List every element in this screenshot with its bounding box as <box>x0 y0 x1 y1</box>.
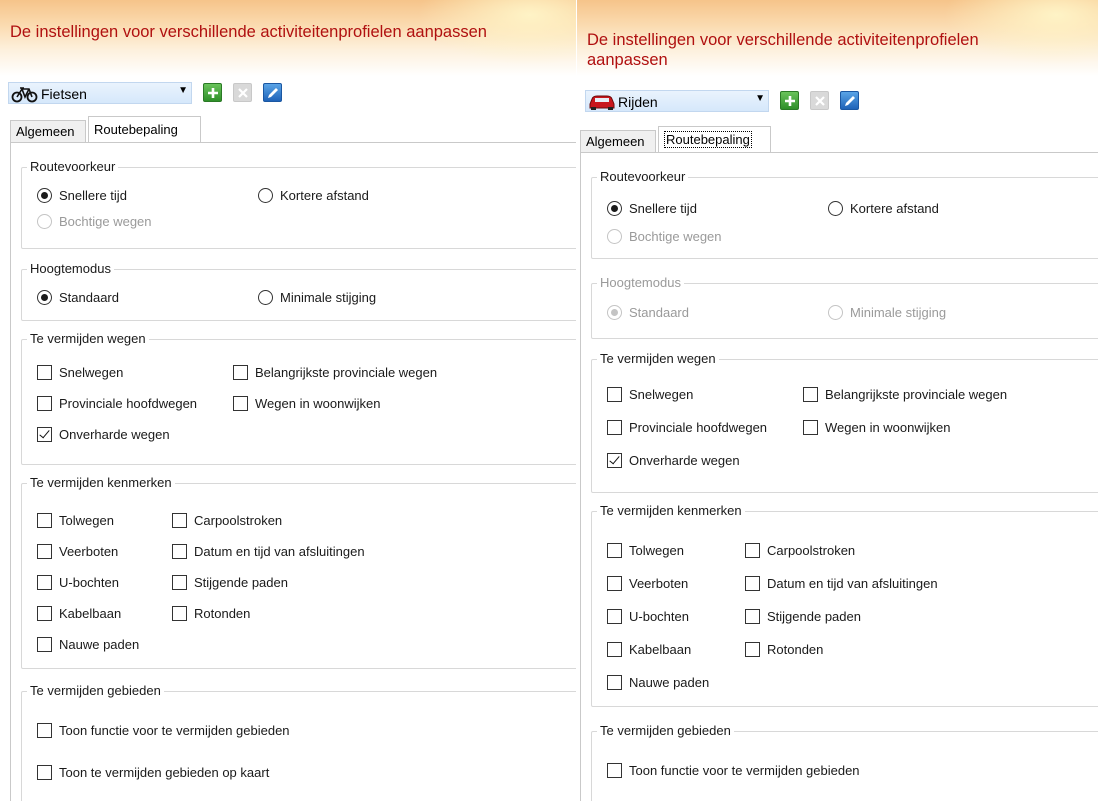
pencil-icon <box>845 96 855 106</box>
car-icon <box>588 93 616 114</box>
gebieden-legend: Te vermijden gebieden <box>27 683 164 698</box>
delete-icon <box>238 88 248 98</box>
plus-icon <box>785 96 795 106</box>
kenmerken-legend: Te vermijden kenmerken <box>597 503 745 518</box>
wegen-legend: Te vermijden wegen <box>597 351 719 366</box>
dropdown-arrow-icon: ▼ <box>178 85 188 96</box>
plus-icon <box>208 88 218 98</box>
bicycle-icon <box>11 85 39 106</box>
hoogtemodus-group: Hoogtemodus Standaard Minimale stijging <box>21 261 576 321</box>
tab-algemeen[interactable]: Algemeen <box>580 130 656 152</box>
te-vermijden-kenmerken-group: Te vermijden kenmerken Tolwegen Carpools… <box>21 475 576 669</box>
left-settings-panel: De instellingen voor verschillende activ… <box>0 0 576 801</box>
hoogtemodus-legend: Hoogtemodus <box>27 261 114 276</box>
kenmerken-legend: Te vermijden kenmerken <box>27 475 175 490</box>
edit-profile-button[interactable] <box>263 83 282 102</box>
profile-select[interactable]: Rijden ▼ <box>585 90 769 112</box>
dropdown-arrow-icon: ▼ <box>755 93 765 104</box>
tab-algemeen[interactable]: Algemeen <box>10 120 86 142</box>
profile-select-value: Fietsen <box>41 86 87 102</box>
profile-select[interactable]: Fietsen ▼ <box>8 82 192 104</box>
pencil-icon <box>268 88 278 98</box>
right-settings-panel: De instellingen voor verschillende activ… <box>577 0 1098 801</box>
delete-profile-button[interactable] <box>810 91 829 110</box>
tab-strip: Algemeen Routebepaling <box>10 116 570 143</box>
delete-profile-button[interactable] <box>233 83 252 102</box>
te-vermijden-kenmerken-group: Te vermijden kenmerken Tolwegen Carpools… <box>591 503 1098 707</box>
te-vermijden-wegen-group: Te vermijden wegen Snelwegen Belangrijks… <box>591 351 1098 493</box>
delete-icon <box>815 96 825 106</box>
routevoorkeur-group: Routevoorkeur Snellere tijd Kortere afst… <box>591 169 1098 259</box>
profile-select-value: Rijden <box>618 94 658 110</box>
tab-strip: Algemeen Routebepaling <box>580 126 1098 153</box>
tab-routebepaling[interactable]: Routebepaling <box>88 116 201 143</box>
routevoorkeur-legend: Routevoorkeur <box>597 169 689 184</box>
routebepaling-content: Routevoorkeur Snellere tijd Kortere afst… <box>580 152 1098 801</box>
tab-routebepaling[interactable]: Routebepaling <box>658 126 771 153</box>
gebieden-legend: Te vermijden gebieden <box>597 723 734 738</box>
wegen-legend: Te vermijden wegen <box>27 331 149 346</box>
header-banner: De instellingen voor verschillende activ… <box>0 0 576 76</box>
te-vermijden-wegen-group: Te vermijden wegen Snelwegen Belangrijks… <box>21 331 576 465</box>
header-banner: De instellingen voor verschillende activ… <box>577 0 1098 76</box>
routevoorkeur-group: Routevoorkeur Snellere tijd Kortere afst… <box>21 159 576 249</box>
edit-profile-button[interactable] <box>840 91 859 110</box>
add-profile-button[interactable] <box>780 91 799 110</box>
page-title: De instellingen voor verschillende activ… <box>587 31 979 69</box>
page-title: De instellingen voor verschillende activ… <box>10 23 487 41</box>
hoogtemodus-group: Hoogtemodus Standaard Minimale stijging <box>591 275 1098 339</box>
add-profile-button[interactable] <box>203 83 222 102</box>
hoogtemodus-legend: Hoogtemodus <box>597 275 684 290</box>
routebepaling-content: Routevoorkeur Snellere tijd Kortere afst… <box>10 142 576 801</box>
te-vermijden-gebieden-group: Te vermijden gebieden Toon functie voor … <box>591 723 1098 801</box>
te-vermijden-gebieden-group: Te vermijden gebieden Toon functie voor … <box>21 683 576 801</box>
routevoorkeur-legend: Routevoorkeur <box>27 159 119 174</box>
